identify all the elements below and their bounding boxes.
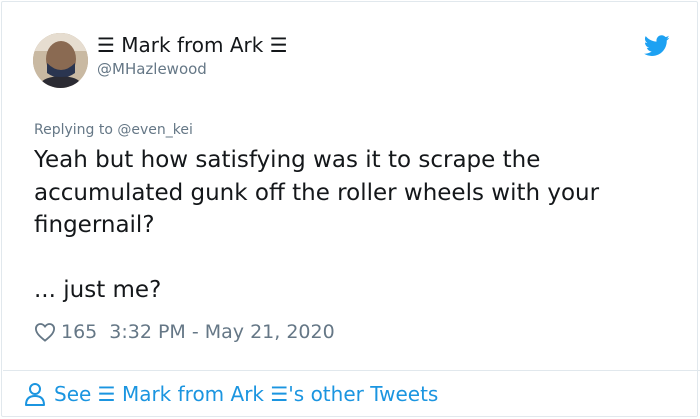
see-other-tweets-label[interactable]: See ☰ Mark from Ark ☰'s other Tweets [54,382,438,406]
heart-icon[interactable] [34,322,56,342]
tweet-timestamp[interactable]: 3:32 PM - May 21, 2020 [109,321,334,343]
twitter-bird-icon[interactable] [644,35,670,57]
tweet-meta: 165 3:32 PM - May 21, 2020 [34,319,335,345]
see-other-tweets-link[interactable]: See ☰ Mark from Ark ☰'s other Tweets [24,380,438,408]
author-handle[interactable]: @MHazlewood [97,60,207,78]
user-avatar[interactable] [33,33,88,88]
like-count[interactable]: 165 [61,321,97,343]
footer-divider [3,370,700,371]
tweet-text: Yeah but how satisfying was it to scrape… [34,147,600,303]
replying-to-line[interactable]: Replying to @even_kei [34,122,193,138]
avatar-image [33,33,88,88]
author-display-name[interactable]: ☰ Mark from Ark ☰ [97,33,288,57]
tweet-card: ☰ Mark from Ark ☰ @MHazlewood Replying t… [1,1,700,417]
person-icon [25,383,45,406]
